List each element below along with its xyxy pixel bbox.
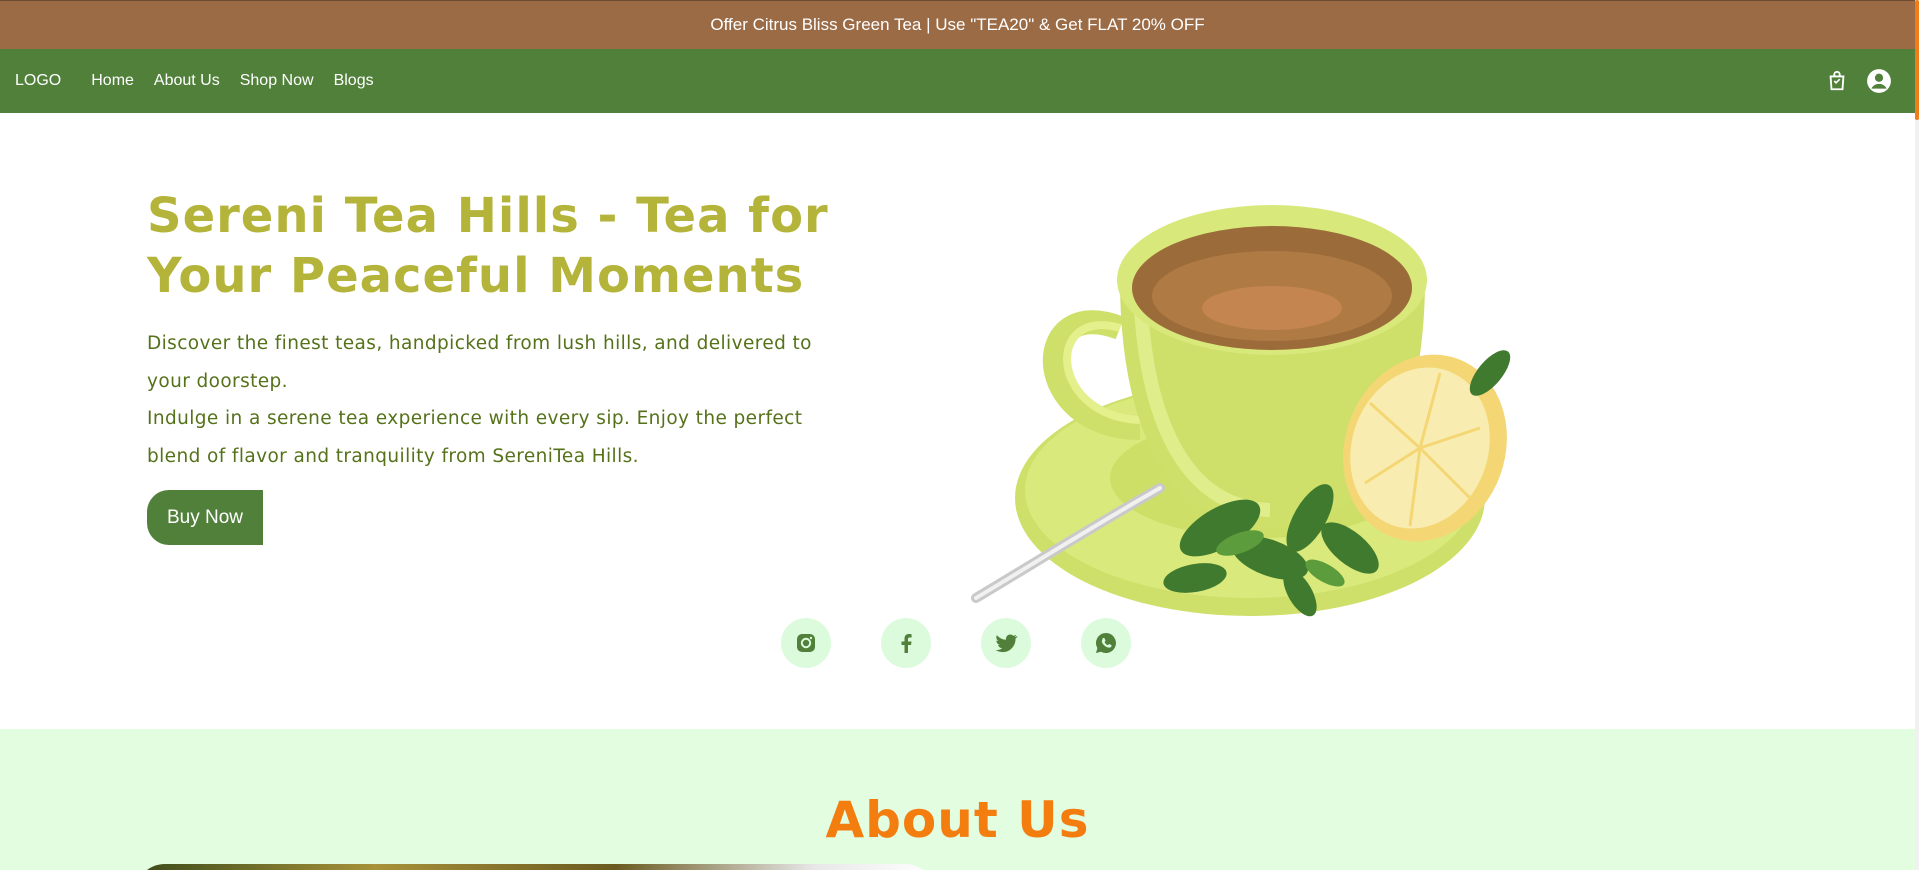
user-account-icon[interactable]: [1866, 68, 1892, 94]
scrollbar[interactable]: [1915, 0, 1919, 870]
page: Offer Citrus Bliss Green Tea | Use "TEA2…: [0, 0, 1915, 870]
logo[interactable]: LOGO: [15, 72, 61, 90]
hero-paragraph-1: Discover the finest teas, handpicked fro…: [147, 333, 812, 392]
nav-link-blogs[interactable]: Blogs: [334, 72, 374, 90]
nav-link-home[interactable]: Home: [91, 72, 134, 90]
nav-actions: [1826, 68, 1892, 94]
navbar: LOGO Home About Us Shop Now Blogs: [0, 49, 1915, 113]
hero-section: Sereni Tea Hills - Tea for Your Peaceful…: [0, 113, 1915, 729]
buy-now-button[interactable]: Buy Now: [147, 490, 263, 545]
instagram-icon[interactable]: [781, 618, 831, 668]
tea-cup-image: [970, 198, 1530, 628]
hero-title: Sereni Tea Hills - Tea for Your Peaceful…: [147, 188, 829, 304]
twitter-icon[interactable]: [981, 618, 1031, 668]
nav-links: Home About Us Shop Now Blogs: [91, 72, 373, 90]
facebook-icon[interactable]: [881, 618, 931, 668]
nav-link-shop-now[interactable]: Shop Now: [240, 72, 314, 90]
nav-link-about-us[interactable]: About Us: [154, 72, 220, 90]
hero-description: Discover the finest teas, handpicked fro…: [147, 325, 827, 475]
about-section: About Us: [0, 729, 1915, 870]
about-image: [135, 864, 935, 870]
offer-text: Offer Citrus Bliss Green Tea | Use "TEA2…: [710, 15, 1205, 34]
social-links: [781, 618, 1131, 668]
about-title: About Us: [825, 791, 1090, 849]
whatsapp-icon[interactable]: [1081, 618, 1131, 668]
hero-paragraph-2: Indulge in a serene tea experience with …: [147, 408, 803, 467]
shopping-bag-icon[interactable]: [1826, 70, 1848, 92]
offer-banner: Offer Citrus Bliss Green Tea | Use "TEA2…: [0, 0, 1915, 49]
scrollbar-thumb[interactable]: [1915, 0, 1919, 120]
